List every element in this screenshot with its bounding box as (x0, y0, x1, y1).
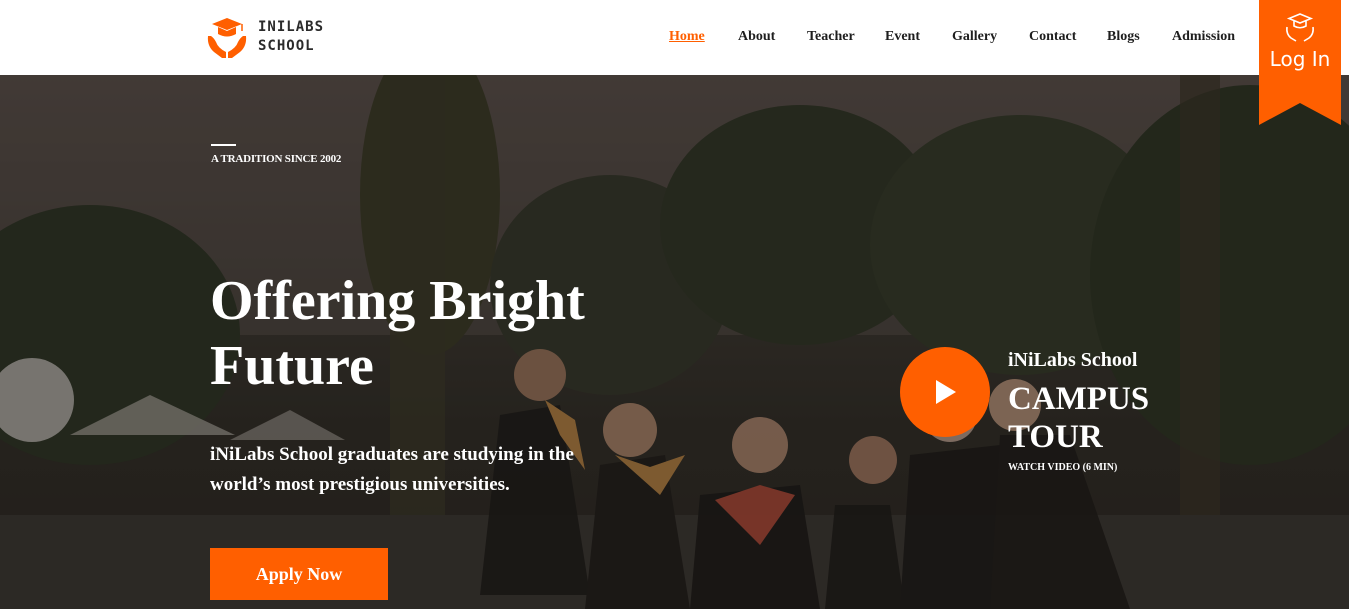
login-label: Log In (1269, 47, 1331, 71)
hero-title-line-1: Offering Bright (210, 270, 585, 332)
logo-line-1: INILABS (258, 19, 325, 35)
logo-text: INILABS SCHOOL (258, 18, 324, 56)
nav-gallery[interactable]: Gallery (952, 29, 997, 45)
nav-contact[interactable]: Contact (1029, 29, 1076, 45)
play-icon (936, 380, 956, 404)
nav-teacher[interactable]: Teacher (807, 29, 855, 45)
nav-about[interactable]: About (738, 29, 775, 45)
apply-now-button[interactable]: Apply Now (210, 548, 388, 600)
hero-title-line-2: Future (210, 335, 374, 397)
site-logo[interactable]: INILABS SCHOOL (204, 14, 324, 60)
hero-section: A TRADITION SINCE 2002 Offering Bright F… (0, 75, 1349, 609)
play-video-button[interactable] (900, 347, 990, 437)
login-button[interactable]: Log In (1259, 0, 1341, 125)
logo-line-2: SCHOOL (258, 38, 315, 54)
tour-title: CAMPUS TOUR (1008, 380, 1208, 456)
nav-home[interactable]: Home (669, 29, 705, 45)
graduation-cap-hands-icon (1286, 13, 1314, 42)
kicker-line (211, 144, 236, 146)
nav-admission[interactable]: Admission (1172, 29, 1235, 45)
hero-subtitle: iNiLabs School graduates are studying in… (210, 444, 574, 495)
watch-video-link[interactable]: WATCH VIDEO (6 MIN) (1008, 462, 1117, 473)
hero-kicker: A TRADITION SINCE 2002 (211, 153, 342, 165)
site-header: INILABS SCHOOL Home About Teacher Event … (0, 0, 1349, 75)
nav-event[interactable]: Event (885, 29, 920, 45)
nav-blogs[interactable]: Blogs (1107, 29, 1140, 45)
tour-title-line-2: TOUR (1008, 419, 1103, 455)
tour-title-line-1: CAMPUS (1008, 381, 1150, 417)
tour-school-name: iNiLabs School (1008, 349, 1138, 371)
graduation-cap-hands-icon (207, 18, 247, 58)
hero-title: Offering Bright Future (210, 269, 680, 399)
